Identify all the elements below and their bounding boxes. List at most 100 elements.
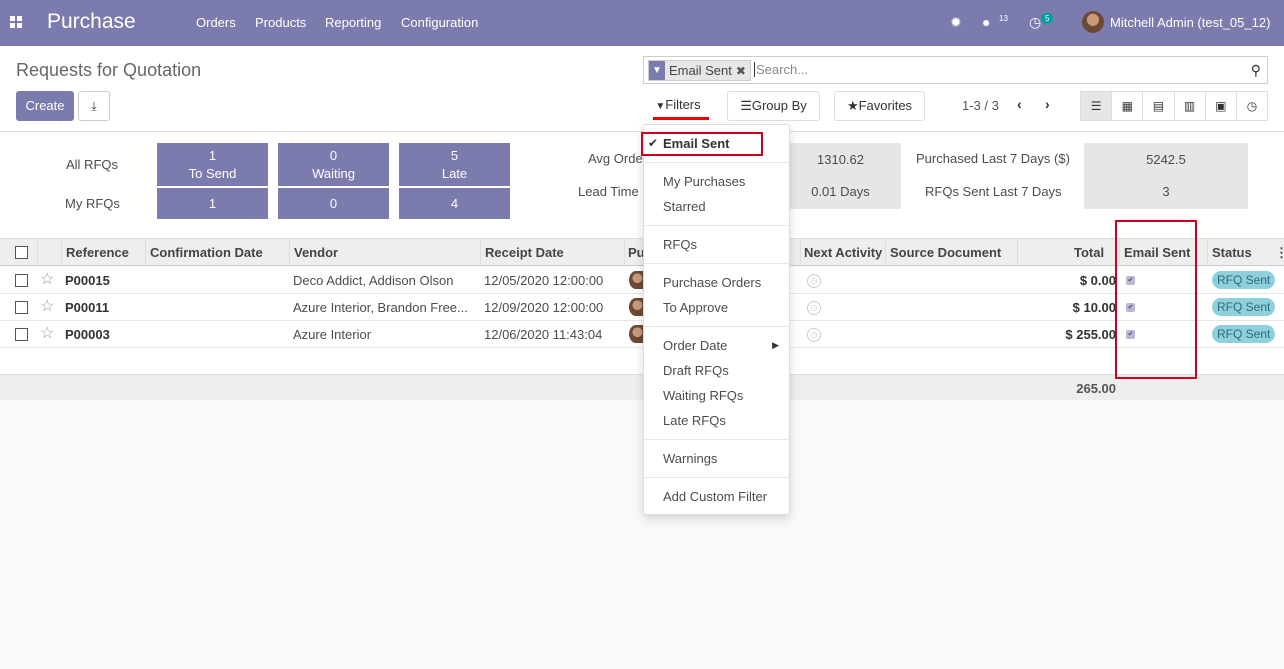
col-vendor[interactable]: Vendor [294,245,338,260]
page-title: Requests for Quotation [16,60,202,80]
groupby-button[interactable]: ☰Group By [727,91,820,121]
activity-view-icon[interactable]: ◷ [1236,92,1268,120]
kanban-view-icon[interactable]: ▦ [1112,92,1144,120]
my-rfqs-label: My RFQs [65,196,120,211]
col-receipt-date[interactable]: Receipt Date [485,245,564,260]
pivot-view-icon[interactable]: ▤ [1143,92,1175,120]
control-panel: Requests for Quotation Create ⤓ ▼ Email … [0,46,1284,132]
tile-late[interactable]: 5 Late [399,143,510,186]
all-rfqs-label: All RFQs [66,157,118,172]
tile-waiting[interactable]: 0 Waiting [278,143,389,186]
filter-to-approve[interactable]: To Approve [663,300,728,315]
avg-order-label: Avg Orde [588,151,643,166]
activities-clock-icon[interactable]: ◷ [1029,14,1041,31]
empty-row [0,348,1284,375]
table-row[interactable]: ☆ P00015 Deco Addict, Addison Olson 12/0… [0,267,1284,294]
row-checkbox[interactable] [15,274,28,287]
view-switcher: ☰ ▦ ▤ ▥ ▣ ◷ [1080,91,1268,121]
app-menu-icon[interactable] [10,16,22,28]
table-row[interactable]: ☆ P00011 Azure Interior, Brandon Free...… [0,294,1284,321]
activities-count: 5 [1041,13,1054,24]
filter-draft-rfqs[interactable]: Draft RFQs [663,363,729,378]
rep-avatar [629,271,643,289]
groupby-label: Group By [751,98,807,113]
row-checkbox[interactable] [15,328,28,341]
create-button[interactable]: Create [16,91,74,121]
graph-view-icon[interactable]: ▥ [1174,92,1206,120]
tile-my-waiting[interactable]: 0 [278,188,389,219]
rfqs-sent-7days-label: RFQs Sent Last 7 Days [925,184,1062,199]
top-navbar: Purchase Orders Products Reporting Confi… [0,0,1284,46]
filter-waiting-rfqs[interactable]: Waiting RFQs [663,388,743,403]
filters-label: Filters [665,97,701,112]
pager-previous-icon[interactable]: ‹ [1017,96,1022,112]
select-all-checkbox[interactable] [15,246,28,259]
filters-underline-annotation [653,117,709,120]
optional-columns-icon[interactable]: ⋮ [1275,245,1284,261]
row-vendor: Azure Interior, Brandon Free... [293,300,468,315]
debug-bug-icon[interactable]: ✹ [950,14,962,31]
filter-warnings[interactable]: Warnings [663,451,717,466]
tile-waiting-label: Waiting [312,166,355,181]
status-badge: RFQ Sent [1212,325,1276,343]
favorites-label: Favorites [858,98,913,113]
filter-starred[interactable]: Starred [663,199,706,214]
table-header: Reference Confirmation Date Vendor Recei… [0,238,1284,266]
menu-orders[interactable]: Orders [196,15,236,30]
user-avatar[interactable] [1082,11,1104,33]
purchased-7days-label: Purchased Last 7 Days ($) [916,151,1070,166]
tile-my-late[interactable]: 4 [399,188,510,219]
row-total: $ 0.00 [1079,273,1116,288]
download-button[interactable]: ⤓ [78,91,110,121]
menu-configuration[interactable]: Configuration [401,15,478,30]
pager-value[interactable]: 1-3 / 3 [962,98,999,113]
star-icon[interactable]: ☆ [40,323,54,343]
facet-remove-icon[interactable]: ✖ [736,64,746,78]
search-facet: ▼ Email Sent ✖ [648,60,751,81]
col-next-activity[interactable]: Next Activity [804,245,882,260]
filter-rfqs[interactable]: RFQs [663,237,697,252]
user-menu[interactable]: Mitchell Admin (test_05_12) [1110,15,1270,30]
tile-late-label: Late [441,166,468,181]
star-icon[interactable]: ☆ [40,296,54,316]
email-sent-filter-highlight [641,132,763,156]
avg-order-value: 1310.62 [780,143,901,177]
list-view-icon[interactable]: ☰ [1081,92,1113,120]
lead-time-value: 0.01 Days [780,175,901,209]
calendar-view-icon[interactable]: ▣ [1205,92,1237,120]
tile-waiting-count: 0 [329,148,338,163]
col-confirmation-date[interactable]: Confirmation Date [150,245,263,260]
pager-next-icon[interactable]: › [1045,96,1050,112]
menu-products[interactable]: Products [255,15,306,30]
search-input[interactable]: Search... [754,62,808,77]
search-icon[interactable]: ⚲ [1251,62,1261,79]
table-row[interactable]: ☆ P00003 Azure Interior 12/06/2020 11:43… [0,321,1284,348]
col-source-document[interactable]: Source Document [890,245,1001,260]
search-bar[interactable]: ▼ Email Sent ✖ Search... ⚲ [643,56,1268,84]
filter-purchase-orders[interactable]: Purchase Orders [663,275,761,290]
tile-late-count: 5 [450,148,459,163]
rep-avatar [629,298,643,316]
activity-clock-icon[interactable]: ◷ [807,301,821,315]
rfqs-sent-7days-value: 3 [1084,175,1248,209]
favorites-button[interactable]: ★Favorites [834,91,925,121]
col-reference[interactable]: Reference [66,245,129,260]
messages-icon[interactable]: ● [982,14,990,30]
row-total: $ 255.00 [1065,327,1116,342]
tile-to-send[interactable]: 1 To Send [157,143,268,186]
lead-time-label: Lead Time [578,184,639,199]
filter-order-date[interactable]: Order Date [663,338,727,353]
col-status[interactable]: Status [1212,245,1252,260]
filter-late-rfqs[interactable]: Late RFQs [663,413,726,428]
tile-to-send-label: To Send [188,166,237,181]
star-icon[interactable]: ☆ [40,269,54,289]
status-badge: RFQ Sent [1212,271,1276,289]
col-total[interactable]: Total [1074,245,1104,260]
filter-my-purchases[interactable]: My Purchases [663,174,745,189]
add-custom-filter[interactable]: Add Custom Filter [663,489,767,504]
activity-clock-icon[interactable]: ◷ [807,328,821,342]
menu-reporting[interactable]: Reporting [325,15,381,30]
activity-clock-icon[interactable]: ◷ [807,274,821,288]
tile-my-to-send[interactable]: 1 [157,188,268,219]
row-checkbox[interactable] [15,301,28,314]
